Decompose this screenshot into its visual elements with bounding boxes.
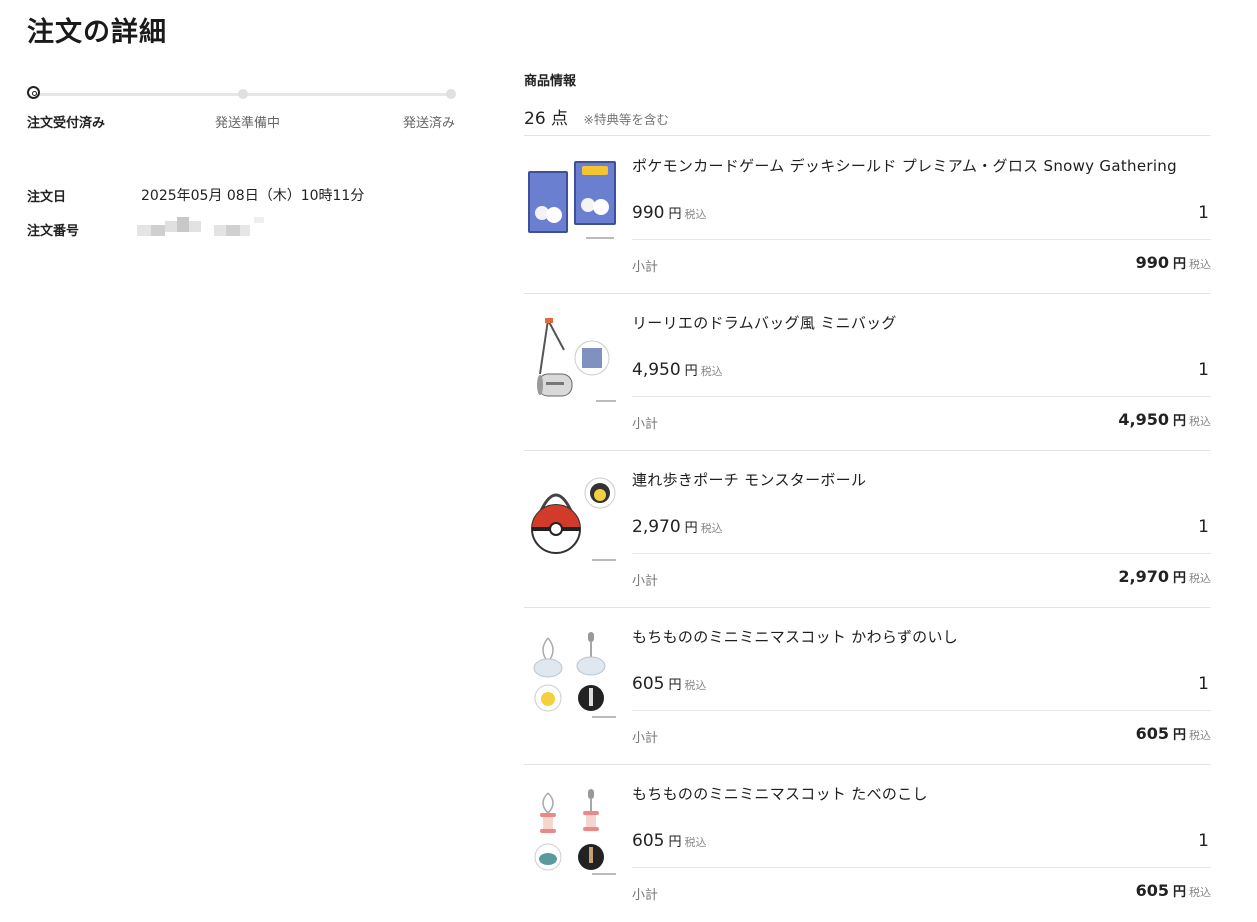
product-subtotal-value: 605 [1135,881,1169,900]
tax-label: 税込 [1189,415,1211,428]
product-price-value: 4,950 [632,360,681,380]
tax-label: 税込 [1189,258,1211,271]
currency-label: 円 [1172,257,1186,272]
product-name[interactable]: 連れ歩きポーチ モンスターボール [632,469,866,490]
currency-label: 円 [684,521,698,536]
order-date-label: 注文日 [27,190,67,205]
tax-label: 税込 [684,679,707,692]
product-item: もちもののミニミニマスコット たべのこし 605 円税込 1 小計 605 円税込 [524,765,1211,922]
products-section-label: 商品情報 [524,74,577,89]
product-item: ポケモンカードゲーム デッキシールド プレミアム・グロス Snowy Gathe… [524,137,1211,294]
product-thumbnail[interactable] [526,628,618,720]
product-subtotal: 4,950 円税込 [1118,410,1211,429]
tax-label: 税込 [1189,729,1211,742]
item-inner-divider [632,867,1211,868]
tax-label: 税込 [684,836,707,849]
product-name[interactable]: もちもののミニミニマスコット かわらずのいし [632,626,958,647]
product-price: 4,950 円税込 [632,360,723,380]
product-price: 605 円税込 [632,674,706,694]
item-count: 26 点 ※特典等を含む [524,104,669,129]
product-item: リーリエのドラムバッグ風 ミニバッグ 4,950 円税込 1 小計 4,950 円税… [524,294,1211,451]
currency-label: 円 [1172,728,1186,743]
progress-step-label-shipped: 発送済み [403,116,456,131]
product-subtotal: 2,970 円税込 [1118,567,1211,586]
product-quantity: 1 [1198,360,1209,380]
product-quantity: 1 [1198,674,1209,694]
product-name[interactable]: ポケモンカードゲーム デッキシールド プレミアム・グロス Snowy Gathe… [632,155,1177,176]
tax-label: 税込 [700,365,723,378]
item-inner-divider [632,239,1211,240]
product-subtotal-value: 4,950 [1118,410,1169,429]
product-item: 連れ歩きポーチ モンスターボール 2,970 円税込 1 小計 2,970 円税込 [524,451,1211,608]
tax-label: 税込 [684,208,707,221]
product-quantity: 1 [1198,517,1209,537]
product-thumbnail[interactable] [526,785,618,877]
currency-label: 円 [668,835,682,850]
currency-label: 円 [684,364,698,379]
product-quantity: 1 [1198,203,1209,223]
currency-label: 円 [1172,414,1186,429]
subtotal-label: 小計 [632,260,659,275]
currency-label: 円 [1172,885,1186,900]
product-quantity: 1 [1198,831,1209,851]
progress-step-dot [446,89,456,99]
subtotal-label: 小計 [632,574,659,589]
product-subtotal-value: 990 [1135,253,1169,272]
product-name[interactable]: もちもののミニミニマスコット たべのこし [632,783,928,804]
product-subtotal: 605 円税込 [1136,881,1211,900]
product-item: もちもののミニミニマスコット かわらずのいし 605 円税込 1 小計 605 円税… [524,608,1211,765]
order-progress-tracker: 注文受付済み 発送準備中 発送済み [27,84,459,134]
product-thumbnail[interactable] [526,157,618,249]
progress-step-label-preparing: 発送準備中 [215,116,281,131]
item-count-note: ※特典等を含む [583,112,669,127]
progress-step-label-received: 注文受付済み [27,116,106,131]
item-count-unit: 点 [551,109,569,129]
product-thumbnail[interactable] [526,471,618,563]
product-price: 605 円税込 [632,831,706,851]
product-subtotal-value: 605 [1135,724,1169,743]
progress-step-dot [238,89,248,99]
product-thumbnail[interactable] [526,314,618,406]
product-price-value: 990 [632,203,665,223]
product-price-value: 605 [632,831,665,851]
tax-label: 税込 [700,522,723,535]
subtotal-label: 小計 [632,417,659,432]
tax-label: 税込 [1189,886,1211,899]
order-number-label: 注文番号 [27,224,80,239]
item-inner-divider [632,396,1211,397]
product-subtotal-value: 2,970 [1118,567,1169,586]
item-inner-divider [632,710,1211,711]
product-price-value: 2,970 [632,517,681,537]
subtotal-label: 小計 [632,731,659,746]
order-date-value: 2025年05月 08日（木）10時11分 [141,188,365,204]
product-subtotal: 605 円税込 [1136,724,1211,743]
product-name[interactable]: リーリエのドラムバッグ風 ミニバッグ [632,312,897,333]
progress-step-current-icon [27,86,40,99]
item-count-value: 26 [524,109,546,129]
currency-label: 円 [668,207,682,222]
page-title: 注文の詳細 [27,17,167,48]
product-price-value: 605 [632,674,665,694]
item-inner-divider [632,553,1211,554]
product-price: 990 円税込 [632,203,706,223]
product-price: 2,970 円税込 [632,517,723,537]
tax-label: 税込 [1189,572,1211,585]
currency-label: 円 [668,678,682,693]
subtotal-label: 小計 [632,888,659,903]
product-subtotal: 990 円税込 [1136,253,1211,272]
products-divider [524,135,1211,136]
currency-label: 円 [1172,571,1186,586]
